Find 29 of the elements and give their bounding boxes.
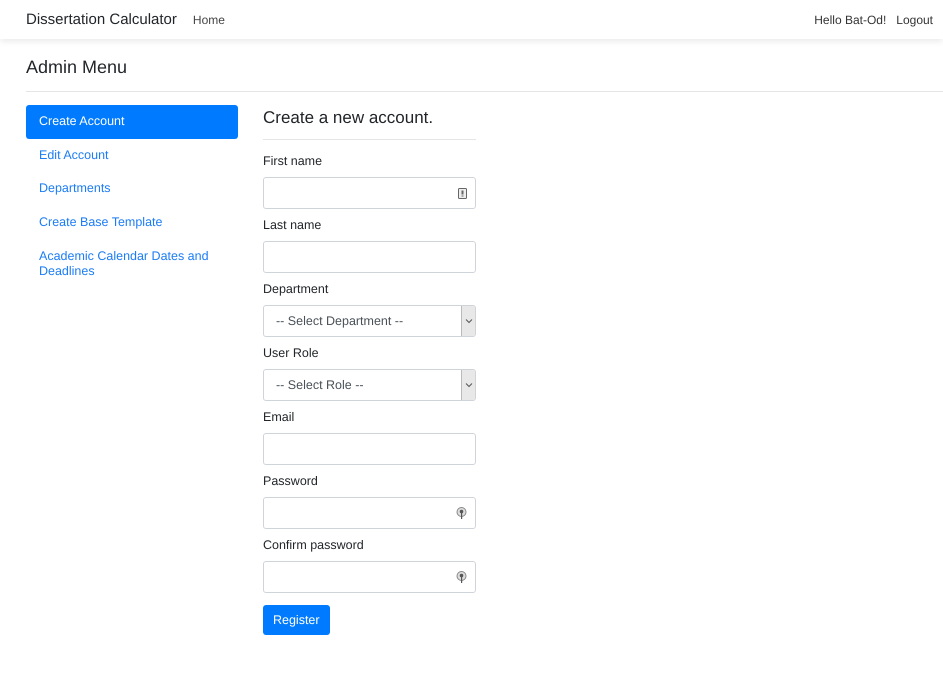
register-button[interactable]: Register (263, 605, 330, 635)
brand-link[interactable]: Dissertation Calculator (26, 11, 177, 28)
contact-card-icon[interactable] (458, 188, 467, 198)
input-field[interactable] (263, 561, 476, 593)
nav-link[interactable]: Home (192, 12, 225, 26)
select-field[interactable]: -- Select Role -- (263, 369, 476, 401)
page-title: Admin Menu (26, 57, 128, 79)
sidebar-item[interactable]: Edit Account (26, 138, 238, 172)
field-label: Confirm password (263, 538, 365, 553)
select-field[interactable]: -- Select Department -- (263, 305, 476, 337)
input-field[interactable] (263, 433, 476, 465)
input-field[interactable] (263, 497, 476, 529)
sidebar-item[interactable]: Departments (26, 172, 238, 206)
sidebar-item[interactable]: Academic Calendar Dates and Deadlines (26, 240, 238, 289)
field-label: Password (263, 474, 319, 489)
field-label: First name (263, 154, 324, 169)
sidebar-item[interactable]: Create Base Template (26, 206, 238, 240)
key-icon[interactable] (456, 570, 467, 584)
field-label: Department (263, 282, 330, 297)
input-field[interactable] (263, 241, 476, 273)
logout-link[interactable]: Logout (896, 12, 933, 26)
key-icon[interactable] (456, 506, 467, 520)
form-title: Create a new account. (263, 108, 434, 129)
field-label: Last name (263, 218, 322, 233)
input-field[interactable] (263, 177, 476, 209)
sidebar-item[interactable]: Create Account (26, 105, 238, 139)
greeting-link[interactable]: Hello Bat-Od! (814, 12, 886, 26)
field-label: User Role (263, 346, 320, 361)
field-label: Email (263, 410, 296, 425)
